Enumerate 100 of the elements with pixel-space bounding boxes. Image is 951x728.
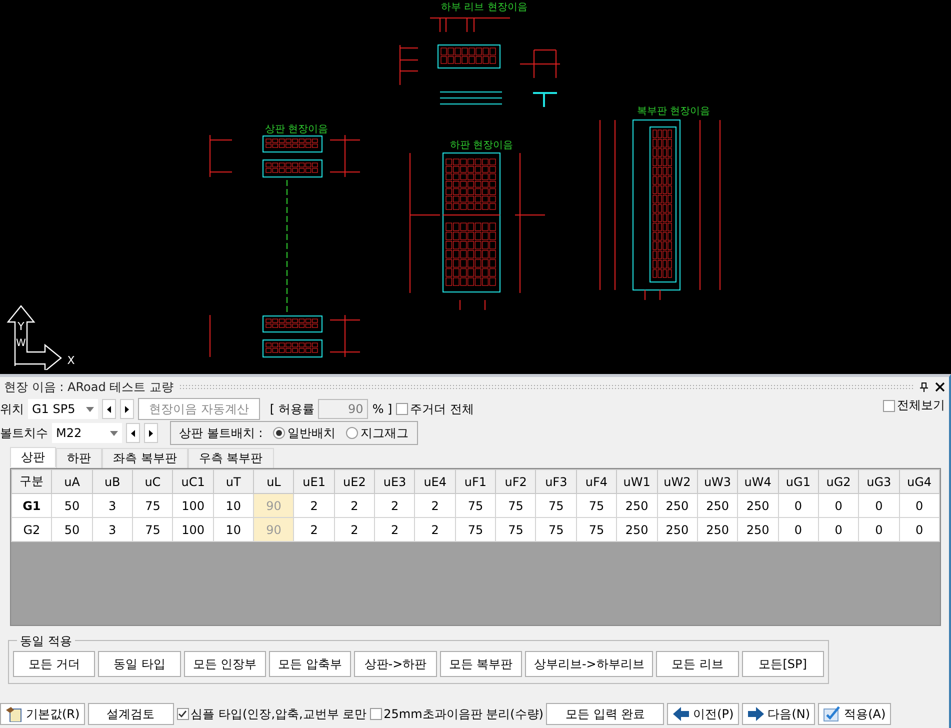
previous-button[interactable] [126, 423, 140, 443]
table-cell[interactable]: 2 [374, 518, 415, 542]
table-cell[interactable]: 75 [455, 494, 496, 518]
table-cell[interactable]: 2 [414, 518, 456, 542]
table-cell[interactable]: 75 [132, 494, 173, 518]
table-cell[interactable]: 250 [697, 518, 738, 542]
table-cell[interactable]: 3 [92, 494, 133, 518]
table-cell[interactable]: 0 [818, 494, 859, 518]
table-cell[interactable]: 2 [294, 518, 334, 542]
radio-label: 지그재그 [360, 424, 409, 442]
checkbox-label: 주거더 전체 [410, 400, 474, 418]
table-cell[interactable]: 50 [52, 518, 92, 542]
table-cell[interactable]: 0 [899, 518, 940, 542]
left-triangle-icon [107, 406, 111, 412]
table-cell[interactable]: 75 [536, 518, 576, 542]
apply-button[interactable]: 모든[SP] [742, 651, 824, 677]
panel-title: 현장 이음 : ARoad 테스트 교량 [4, 378, 174, 396]
table-cell[interactable]: 250 [657, 494, 698, 518]
table-cell[interactable]: 2 [374, 494, 415, 518]
table-cell[interactable]: 3 [92, 518, 133, 542]
column-header: uG1 [778, 470, 818, 494]
table-cell[interactable]: 10 [213, 494, 254, 518]
table-cell[interactable]: 75 [536, 494, 576, 518]
table-cell[interactable]: 2 [294, 494, 334, 518]
apply-button[interactable]: 모든 거더 [13, 651, 96, 677]
checkbox[interactable] [396, 403, 408, 415]
table-cell[interactable]: 100 [172, 494, 214, 518]
table-cell[interactable]: 10 [213, 518, 254, 542]
tab[interactable]: 상판 [10, 447, 56, 467]
table-cell[interactable]: 0 [858, 494, 900, 518]
column-header: uB [92, 470, 133, 494]
column-header: uF3 [536, 470, 576, 494]
checkbox[interactable] [370, 708, 382, 720]
table-cell[interactable]: 250 [616, 494, 657, 518]
table-cell[interactable]: 75 [496, 494, 536, 518]
drawing-title: 하부 리브 현장이음 [441, 1, 528, 14]
apply-button[interactable]: 모든 압축부 [268, 651, 352, 677]
table-cell[interactable]: 250 [697, 494, 738, 518]
caret-icon [86, 406, 94, 412]
tab[interactable]: 우측 복부판 [188, 448, 274, 468]
table-cell[interactable]: 75 [576, 518, 617, 542]
table-cell[interactable]: 75 [132, 518, 173, 542]
column-header: uT [213, 470, 254, 494]
table-cell[interactable]: 0 [858, 518, 900, 542]
apply-button[interactable]: 모든 인장부 [184, 651, 266, 677]
table-cell[interactable]: 250 [616, 518, 657, 542]
drawing-title: 하판 현장이음 [450, 139, 514, 152]
action-button[interactable]: 모든 입력 완료 [546, 703, 664, 725]
close-icon[interactable] [935, 382, 945, 392]
dropdown[interactable]: M22 [52, 423, 122, 443]
apply-button[interactable]: 모든 복부판 [440, 651, 522, 677]
column-header: uG4 [899, 470, 940, 494]
table-cell[interactable]: 75 [496, 518, 536, 542]
checkbox[interactable] [883, 400, 895, 412]
apply-button[interactable]: 모든 리브 [656, 651, 739, 677]
table-cell[interactable]: 250 [657, 518, 698, 542]
table-cell[interactable]: 2 [334, 518, 375, 542]
next-button[interactable] [144, 423, 158, 443]
table-cell[interactable]: 2 [334, 494, 375, 518]
apply-button[interactable]: 상판->하판 [354, 651, 437, 677]
left-arrow-icon [672, 706, 690, 722]
table-cell[interactable]: 50 [52, 494, 92, 518]
table-cell[interactable]: 100 [172, 518, 214, 542]
previous-button[interactable] [102, 399, 116, 419]
radio-button[interactable] [272, 427, 285, 439]
table-cell[interactable]: 75 [455, 518, 496, 542]
check-icon [178, 710, 188, 718]
table-cell[interactable]: 0 [778, 494, 818, 518]
pin-icon[interactable] [919, 382, 929, 392]
tab[interactable]: 하판 [56, 448, 102, 468]
caret-icon [110, 430, 118, 436]
apply-button[interactable]: 적용(A) [818, 703, 891, 725]
row-header[interactable]: G2 [12, 518, 52, 542]
left-triangle-icon [131, 430, 135, 436]
table-cell[interactable]: 0 [778, 518, 818, 542]
table-cell[interactable]: 0 [818, 518, 859, 542]
table-cell[interactable]: 75 [576, 494, 617, 518]
checkbox[interactable] [176, 708, 189, 720]
previous-button[interactable]: 이전(P) [667, 703, 739, 725]
apply-button[interactable]: 상부리브->하부리브 [524, 651, 654, 677]
radio-button[interactable] [346, 427, 358, 439]
column-header: uA [52, 470, 92, 494]
row-header[interactable]: G1 [12, 494, 52, 518]
apply-button[interactable]: 동일 타입 [98, 651, 181, 677]
checkbox-label: 심플 타입(인장,압축,교번부 로만 [190, 706, 367, 722]
action-button[interactable]: 설계검토 [88, 703, 174, 725]
right-arrow-icon [746, 706, 765, 722]
column-header: uC [132, 470, 173, 494]
table-cell[interactable]: 2 [414, 494, 456, 518]
document-icon [5, 706, 23, 722]
field-label: 위치 [0, 400, 24, 418]
radio-label: 일반배치 [288, 424, 336, 442]
table-cell[interactable]: 250 [738, 518, 778, 542]
next-button[interactable] [120, 399, 134, 419]
next-button[interactable]: 다음(N) [742, 703, 816, 725]
dropdown[interactable]: G1 SP5 [28, 399, 98, 419]
table-cell[interactable]: 250 [738, 494, 778, 518]
table-cell[interactable]: 0 [899, 494, 940, 518]
tab[interactable]: 좌측 복부판 [102, 448, 188, 468]
defaults-button[interactable]: 기본값(R) [0, 703, 85, 725]
